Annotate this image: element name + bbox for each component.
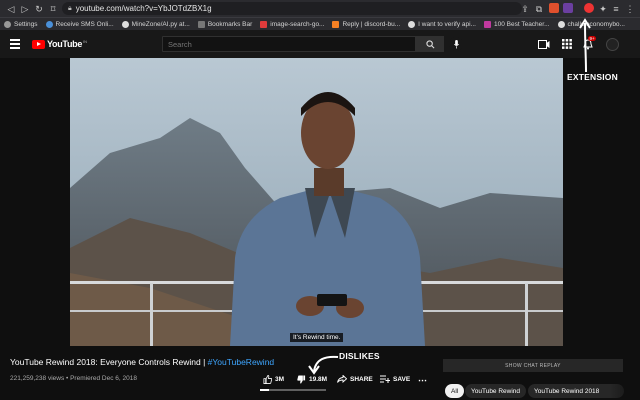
address-bar[interactable]: 🔒︎ youtube.com/watch?v=YbJOTdZBX1g — [62, 2, 522, 15]
rewards-icon[interactable] — [563, 3, 573, 13]
bookmarks-bar: Settings Receive SMS Onli... MineZone/AI… — [0, 17, 640, 30]
country-code: IN — [83, 38, 88, 44]
chip-fade — [610, 384, 640, 398]
save-label: SAVE — [393, 375, 411, 383]
chip-all[interactable]: All — [445, 384, 465, 398]
search-input[interactable] — [162, 36, 416, 52]
browser-toolbar: ◁ ▷ ↻ ⌑ 🔒︎ youtube.com/watch?v=YbJOTdZBX… — [0, 0, 640, 17]
bookmark-item[interactable]: MineZone/AI.py at... — [121, 20, 190, 28]
avatar[interactable] — [606, 38, 619, 51]
logo-text: YouTube — [47, 39, 83, 49]
share-arrow-icon — [337, 375, 347, 383]
hamburger-menu-icon[interactable] — [10, 39, 20, 49]
bookmark-item[interactable]: Settings — [4, 20, 38, 28]
github-icon — [557, 20, 565, 28]
playlist-add-icon — [380, 375, 390, 383]
stackoverflow-icon — [332, 20, 340, 28]
teacher-icon — [483, 20, 491, 28]
puzzle-icon[interactable]: ✦ — [596, 2, 610, 16]
youtube-header: YouTube IN 9+ — [0, 30, 640, 58]
bookmark-item[interactable]: Receive SMS Onli... — [45, 20, 114, 28]
thumbs-up-icon — [263, 375, 272, 384]
bookmark-label: I want to verify api... — [418, 20, 476, 28]
dislike-count: 19.8M — [309, 376, 328, 383]
bookmark-label: image-search-go... — [270, 20, 325, 28]
bookmark-label: Bookmarks Bar — [207, 20, 253, 28]
folder-icon — [197, 20, 205, 28]
chip-youtube-rewind[interactable]: YouTube Rewind — [465, 384, 527, 398]
bookmark-item[interactable]: I want to verify api... — [408, 20, 476, 28]
bookmark-label: Reply | discord-bu... — [342, 20, 401, 28]
dislike-extension-icon[interactable] — [584, 3, 594, 13]
youtube-logo[interactable]: YouTube IN — [32, 39, 87, 49]
reading-list-icon[interactable]: ≡ — [609, 2, 623, 16]
like-button[interactable]: 3M — [263, 375, 284, 384]
bookmark-label: Settings — [14, 20, 38, 28]
video-title: YouTube Rewind 2018: Everyone Controls R… — [10, 357, 274, 367]
bookmark-item[interactable]: Reply | discord-bu... — [332, 20, 401, 28]
bookmark-item[interactable]: Bookmarks Bar — [197, 20, 253, 28]
sentiment-bar — [260, 389, 326, 391]
save-button[interactable]: SAVE — [380, 375, 410, 383]
microphone-icon — [453, 39, 459, 49]
bookmark-item[interactable]: image-search-go... — [260, 20, 325, 28]
github-icon — [121, 20, 129, 28]
dislikes-arrow-icon — [308, 355, 339, 375]
search-icon — [425, 39, 434, 48]
sentiment-bar-fill — [260, 389, 269, 391]
bookmark-icon[interactable]: ⌑ — [46, 2, 60, 16]
thumbs-down-icon — [297, 375, 306, 384]
bookmark-item[interactable]: 100 Best Teacher... — [483, 20, 550, 28]
video-frame-image — [70, 58, 563, 346]
sms-icon — [45, 20, 53, 28]
open-new-icon[interactable]: ⧉ — [532, 2, 546, 16]
reload-icon[interactable]: ↻ — [32, 2, 46, 16]
like-count: 3M — [275, 376, 285, 383]
extension-annotation: EXTENSION — [567, 72, 618, 82]
bookmark-label: MineZone/AI.py at... — [131, 20, 190, 28]
url-text: youtube.com/watch?v=YbJOTdZBX1g — [75, 4, 212, 13]
image-search-icon — [260, 20, 268, 28]
back-icon[interactable]: ◁ — [4, 2, 18, 16]
more-actions-icon[interactable]: ⋯ — [418, 375, 427, 386]
bookmark-label: 100 Best Teacher... — [493, 20, 550, 28]
menu-icon[interactable]: ⋮ — [623, 2, 637, 16]
search-button[interactable] — [416, 36, 444, 52]
video-title-text: YouTube Rewind 2018: Everyone Controls R… — [10, 357, 208, 367]
share-page-icon[interactable]: ⇪ — [518, 2, 532, 16]
brave-shield-icon[interactable] — [549, 3, 559, 13]
hashtag-link[interactable]: #YouTubeRewind — [208, 357, 274, 367]
extension-arrow-icon — [579, 18, 591, 73]
youtube-play-icon — [32, 39, 45, 49]
github-icon — [408, 20, 416, 28]
settings-icon — [4, 20, 11, 28]
video-caption: It's Rewind time. — [290, 333, 344, 342]
create-video-icon[interactable] — [538, 40, 550, 49]
forward-icon[interactable]: ▷ — [18, 2, 32, 16]
dislike-button[interactable]: 19.8M — [297, 375, 327, 384]
show-chat-replay-button[interactable]: SHOW CHAT REPLAY — [443, 359, 623, 372]
voice-search-button[interactable] — [449, 37, 463, 51]
video-meta: 221,259,238 views • Premiered Dec 6, 201… — [10, 375, 137, 382]
bookmark-label: Receive SMS Onli... — [55, 20, 114, 28]
share-label: SHARE — [350, 375, 373, 383]
share-button[interactable]: SHARE — [337, 375, 373, 383]
lock-icon: 🔒︎ — [68, 4, 72, 12]
dislikes-annotation: DISLIKES — [339, 351, 380, 361]
video-player[interactable] — [70, 58, 563, 346]
